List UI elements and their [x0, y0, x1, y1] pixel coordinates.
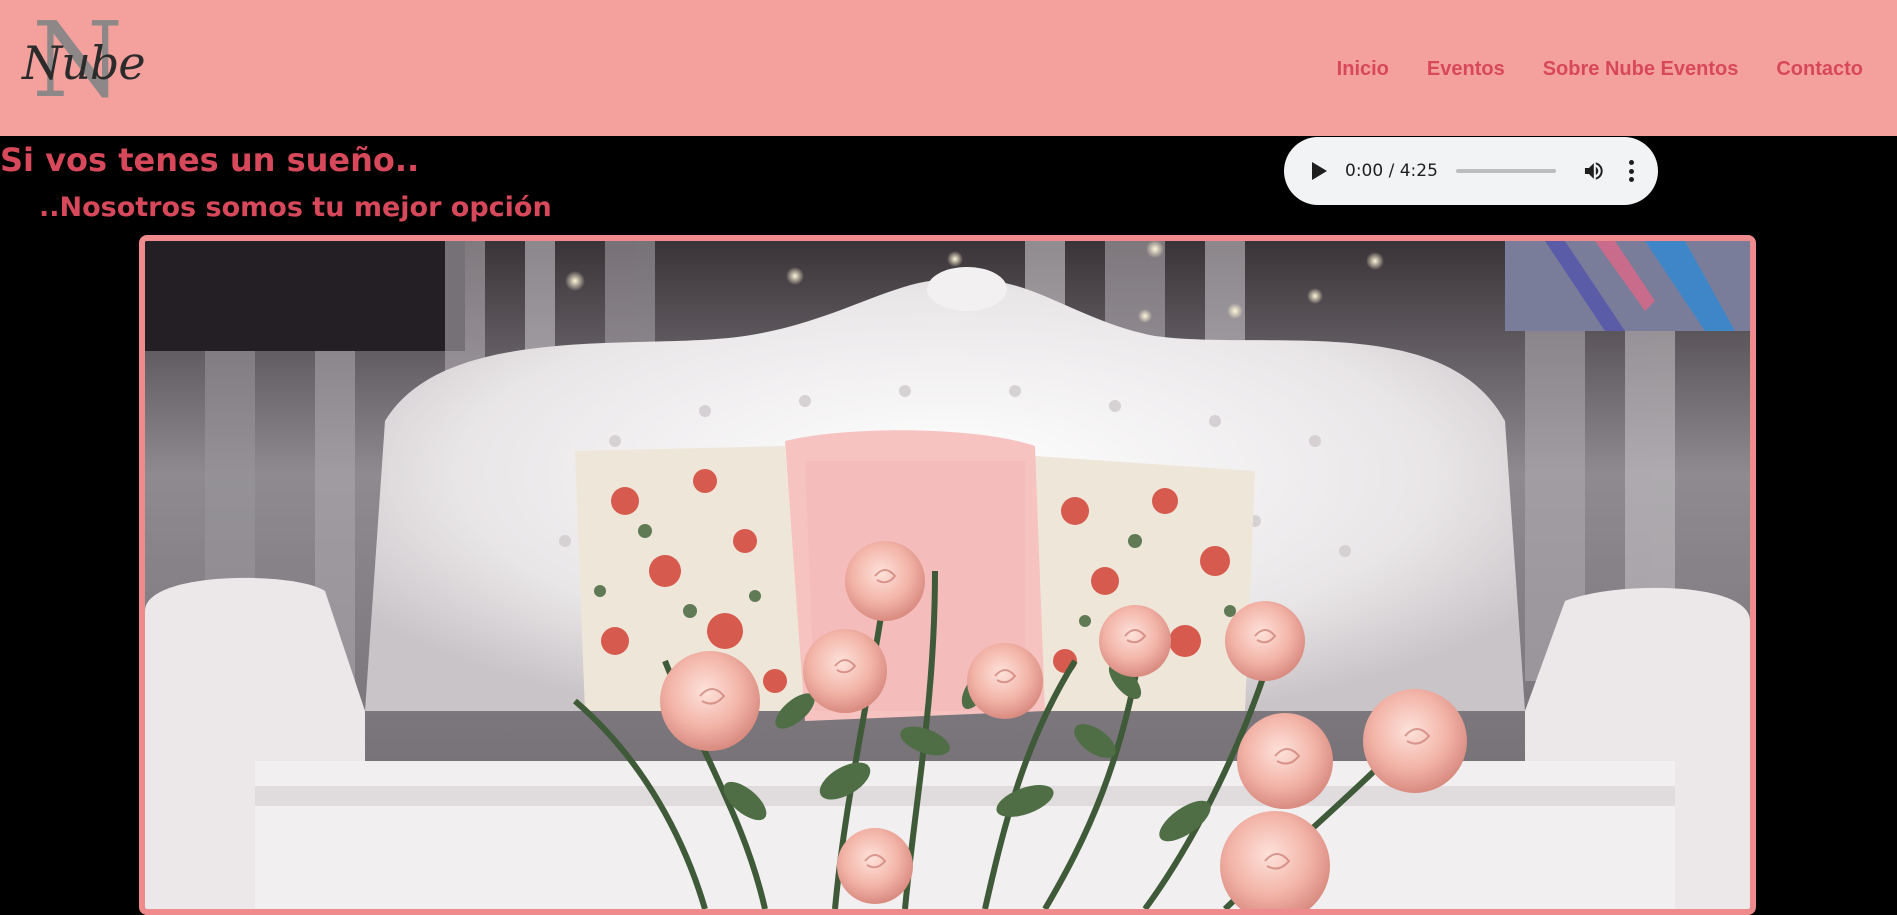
- nube-logo[interactable]: N Nube: [22, 8, 146, 112]
- nav-link-sobre-nube-eventos[interactable]: Sobre Nube Eventos: [1543, 55, 1739, 83]
- hero-image-frame: [139, 235, 1756, 915]
- nav-link-inicio[interactable]: Inicio: [1337, 55, 1389, 83]
- audio-player: 0:00 / 4:25: [1284, 137, 1658, 205]
- hero-photo-sofa-roses: [145, 241, 1750, 909]
- site-header: N Nube Inicio Eventos Sobre Nube Eventos…: [0, 0, 1897, 136]
- main-nav: Inicio Eventos Sobre Nube Eventos Contac…: [1337, 55, 1897, 83]
- volume-icon[interactable]: [1582, 159, 1606, 183]
- more-vert-icon[interactable]: [1628, 160, 1634, 182]
- audio-seek-bar[interactable]: [1455, 169, 1557, 173]
- hero-headline: Si vos tenes un sueño..: [0, 141, 420, 179]
- nav-link-eventos[interactable]: Eventos: [1427, 55, 1505, 83]
- play-icon[interactable]: [1312, 162, 1327, 180]
- hero-subheadline: ..Nosotros somos tu mejor opción: [39, 192, 552, 223]
- nav-link-contacto[interactable]: Contacto: [1776, 55, 1863, 83]
- logo-script-text: Nube: [22, 36, 146, 90]
- audio-time-display: 0:00 / 4:25: [1345, 161, 1438, 181]
